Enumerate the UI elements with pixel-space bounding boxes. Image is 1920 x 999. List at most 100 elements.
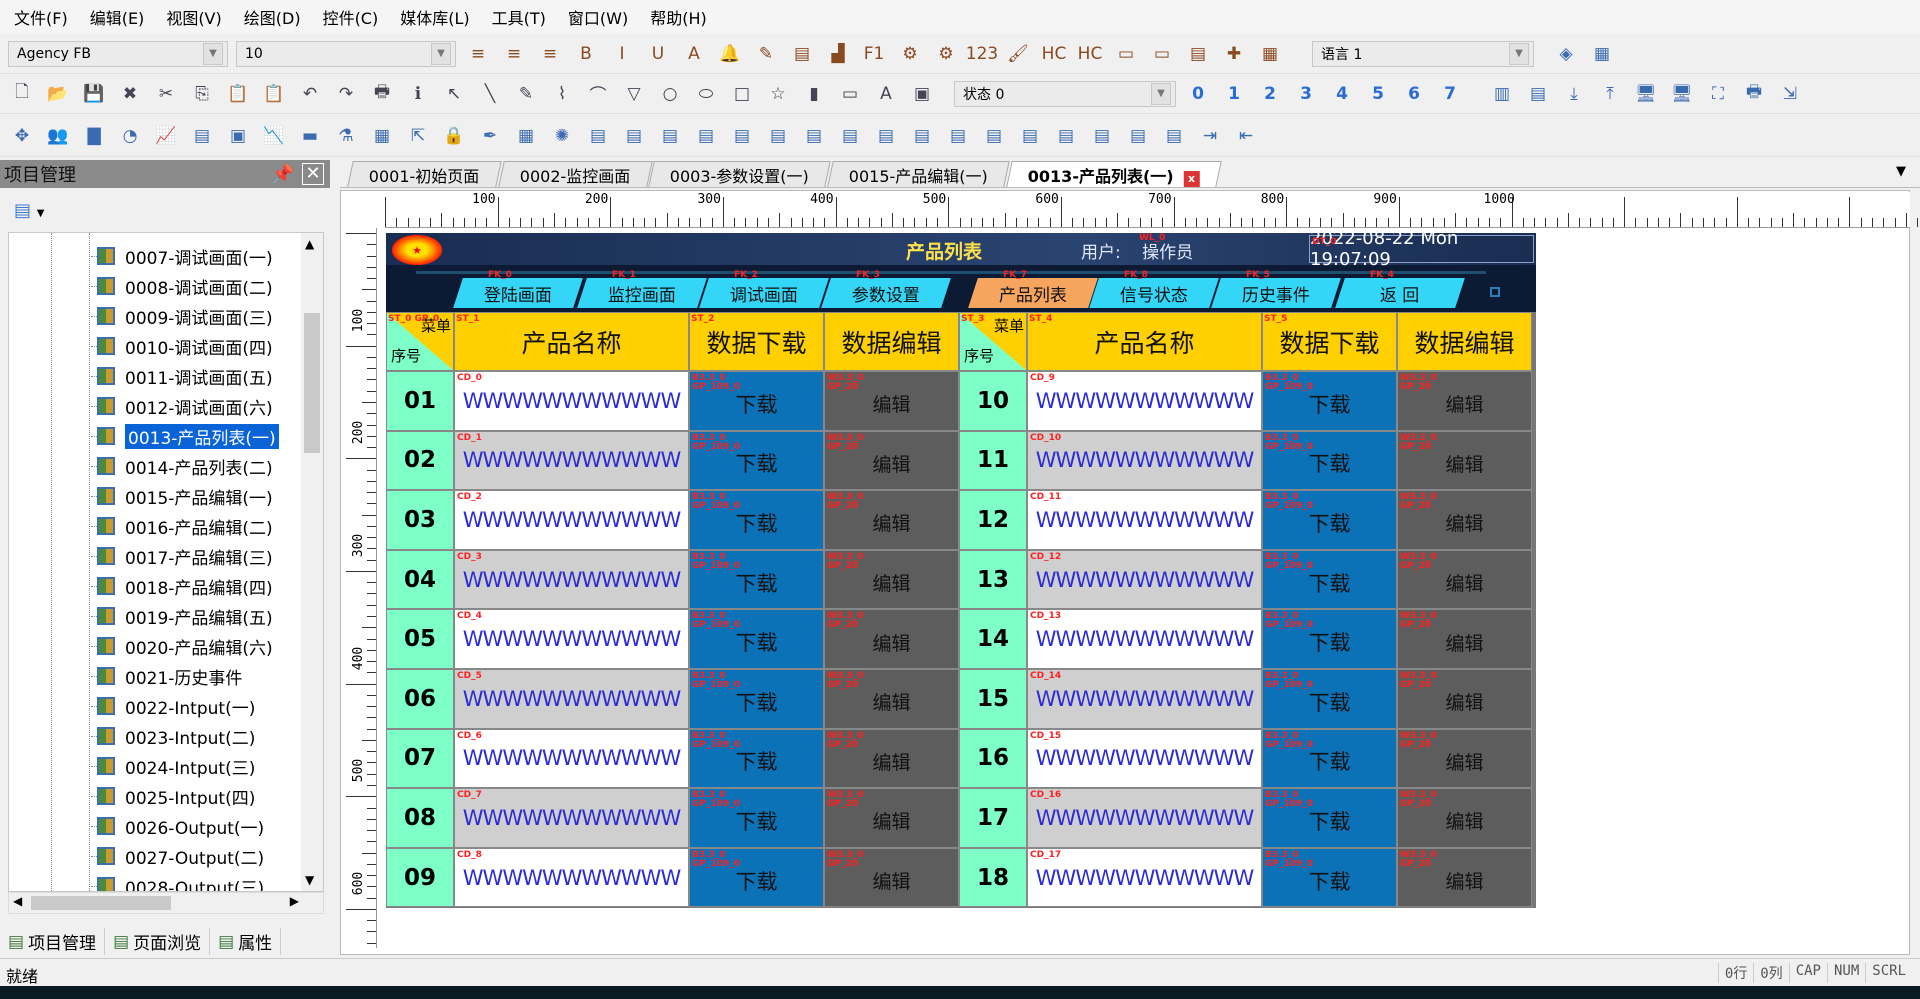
paste-icon[interactable]: 📋 [224, 80, 252, 108]
gear-icon[interactable]: ⚙ [896, 40, 924, 68]
open-icon[interactable]: 📂 [44, 80, 72, 108]
table-icon[interactable]: ▤ [188, 122, 216, 150]
menu-item[interactable]: 帮助(H) [650, 5, 707, 29]
tree-item[interactable]: 0028-Output(三) [97, 873, 264, 891]
menu-item[interactable]: 控件(C) [323, 5, 379, 29]
pointer-icon[interactable]: ↖ [440, 80, 468, 108]
grid2-icon[interactable]: ▦ [1588, 40, 1616, 68]
menu-item[interactable]: 绘图(D) [244, 5, 301, 29]
pencil-icon[interactable]: ✎ [512, 80, 540, 108]
window-icon[interactable]: ▭ [1112, 40, 1140, 68]
align18-icon[interactable]: ⇥ [1196, 122, 1224, 150]
state-digit-button[interactable]: 2 [1256, 84, 1284, 104]
state-digit-button[interactable]: 5 [1364, 84, 1392, 104]
align-right-icon[interactable]: ≡ [536, 40, 564, 68]
align6-icon[interactable]: ▤ [764, 122, 792, 150]
align10-icon[interactable]: ▤ [908, 122, 936, 150]
language-select[interactable]: 语言 1 ▼ [1312, 40, 1534, 67]
hc2-icon[interactable]: HC [1076, 40, 1104, 68]
align1-icon[interactable]: ▤ [584, 122, 612, 150]
doc-tab[interactable]: 0003-参数设置(一) [648, 161, 831, 187]
tree-item[interactable]: 0018-产品编辑(四) [97, 573, 273, 599]
font-size-select[interactable]: 10 ▼ [236, 40, 456, 67]
align7-icon[interactable]: ▤ [800, 122, 828, 150]
align11-icon[interactable]: ▤ [944, 122, 972, 150]
bell-icon[interactable]: 🔔 [716, 40, 744, 68]
panel-tab[interactable]: ▤ 属性 [210, 928, 282, 955]
image-icon[interactable]: ▣ [908, 80, 936, 108]
panel-tab[interactable]: ▤ 页面浏览 [105, 928, 211, 955]
doc-tab[interactable]: 0001-初始页面 [347, 161, 502, 187]
delete-icon[interactable]: ✖ [116, 80, 144, 108]
redo-icon[interactable]: ↷ [332, 80, 360, 108]
tree-item[interactable]: 0013-产品列表(一) [97, 423, 279, 449]
paste2-icon[interactable]: 📋 [260, 80, 288, 108]
tree-item[interactable]: 0021-历史事件 [97, 663, 242, 689]
vertical-scrollbar[interactable]: ▲ ▼ [301, 233, 323, 891]
tree-item[interactable]: 0020-产品编辑(六) [97, 633, 273, 659]
copy-icon[interactable]: ⎘ [188, 80, 216, 108]
tree-item[interactable]: 0017-产品编辑(三) [97, 543, 273, 569]
line-icon[interactable]: ╲ [476, 80, 504, 108]
users-icon[interactable]: 👥 [44, 122, 72, 150]
alarm-icon[interactable]: ▬ [296, 122, 324, 150]
align2-icon[interactable]: ▤ [620, 122, 648, 150]
arc-icon[interactable]: ⌒ [584, 80, 612, 108]
brush-icon[interactable]: 🖌 [1004, 40, 1032, 68]
nav-button[interactable]: 登陆画面 [453, 278, 583, 308]
download-icon[interactable]: ⤓ [1560, 80, 1588, 108]
state-digit-button[interactable]: 3 [1292, 84, 1320, 104]
nav-button[interactable]: 产品列表 [968, 278, 1098, 308]
grid-icon[interactable]: ▦ [1256, 40, 1284, 68]
tree-item[interactable]: 0015-产品编辑(一) [97, 483, 273, 509]
gauge-icon[interactable]: ◔ [116, 122, 144, 150]
tree-item[interactable]: 0012-调试画面(六) [97, 393, 273, 419]
map-icon[interactable]: ◈ [1552, 40, 1580, 68]
lock-icon[interactable]: 🔒 [440, 122, 468, 150]
hc-icon[interactable]: HC [1040, 40, 1068, 68]
rect-icon[interactable]: □ [728, 80, 756, 108]
align15-icon[interactable]: ▤ [1088, 122, 1116, 150]
tree-item[interactable]: 0026-Output(一) [97, 813, 264, 839]
nav-button[interactable]: 返 回 [1335, 278, 1465, 308]
bold-icon[interactable]: B [572, 40, 600, 68]
scroll-right-icon[interactable]: ▶ [290, 894, 299, 908]
recipe-icon[interactable]: ⚗ [332, 122, 360, 150]
star-icon[interactable]: ☆ [764, 80, 792, 108]
circle-icon[interactable]: ○ [656, 80, 684, 108]
state-digit-button[interactable]: 0 [1184, 84, 1212, 104]
tree-item[interactable]: 0016-产品编辑(二) [97, 513, 273, 539]
list-icon[interactable]: ▤ [788, 40, 816, 68]
polygon-icon[interactable]: ▽ [620, 80, 648, 108]
trend-icon[interactable]: 📈 [152, 122, 180, 150]
nav-button[interactable]: 历史事件 [1211, 278, 1341, 308]
polyline-icon[interactable]: ⌇ [548, 80, 576, 108]
panel-icon[interactable]: ▤ [1184, 40, 1212, 68]
nav-button[interactable]: 参数设置 [821, 278, 951, 308]
report-icon[interactable]: ▣ [224, 122, 252, 150]
info-icon[interactable]: ℹ [404, 80, 432, 108]
font-color-icon[interactable]: A [680, 40, 708, 68]
font-select[interactable]: Agency FB ▼ [8, 40, 228, 67]
underline-icon[interactable]: U [644, 40, 672, 68]
align4-icon[interactable]: ▤ [692, 122, 720, 150]
view-mode-button[interactable]: ▤ ▼ [14, 200, 44, 221]
menu-item[interactable]: 编辑(E) [90, 5, 145, 29]
scroll-thumb[interactable] [31, 896, 171, 910]
pen2-icon[interactable]: ✒ [476, 122, 504, 150]
text-icon[interactable]: A [872, 80, 900, 108]
menu-item[interactable]: 文件(F) [14, 5, 68, 29]
cut-icon[interactable]: ✂ [152, 80, 180, 108]
close-tab-icon[interactable]: x [1183, 170, 1200, 187]
horizontal-scrollbar[interactable]: ◀ ▶ [8, 892, 324, 914]
network-icon[interactable]: ⛶ [1704, 80, 1732, 108]
state-select[interactable]: 状态 0 ▼ [954, 80, 1176, 107]
align8-icon[interactable]: ▤ [836, 122, 864, 150]
bar-chart-icon[interactable]: ▇ [80, 122, 108, 150]
monitor-icon[interactable]: 🖥 [1632, 80, 1660, 108]
align16-icon[interactable]: ▤ [1124, 122, 1152, 150]
close-icon[interactable]: ✕ [302, 163, 324, 185]
doc-tab[interactable]: 0015-产品编辑(一) [827, 161, 1010, 187]
state-digit-button[interactable]: 4 [1328, 84, 1356, 104]
tree-item[interactable]: 0007-调试画面(一) [97, 243, 273, 269]
